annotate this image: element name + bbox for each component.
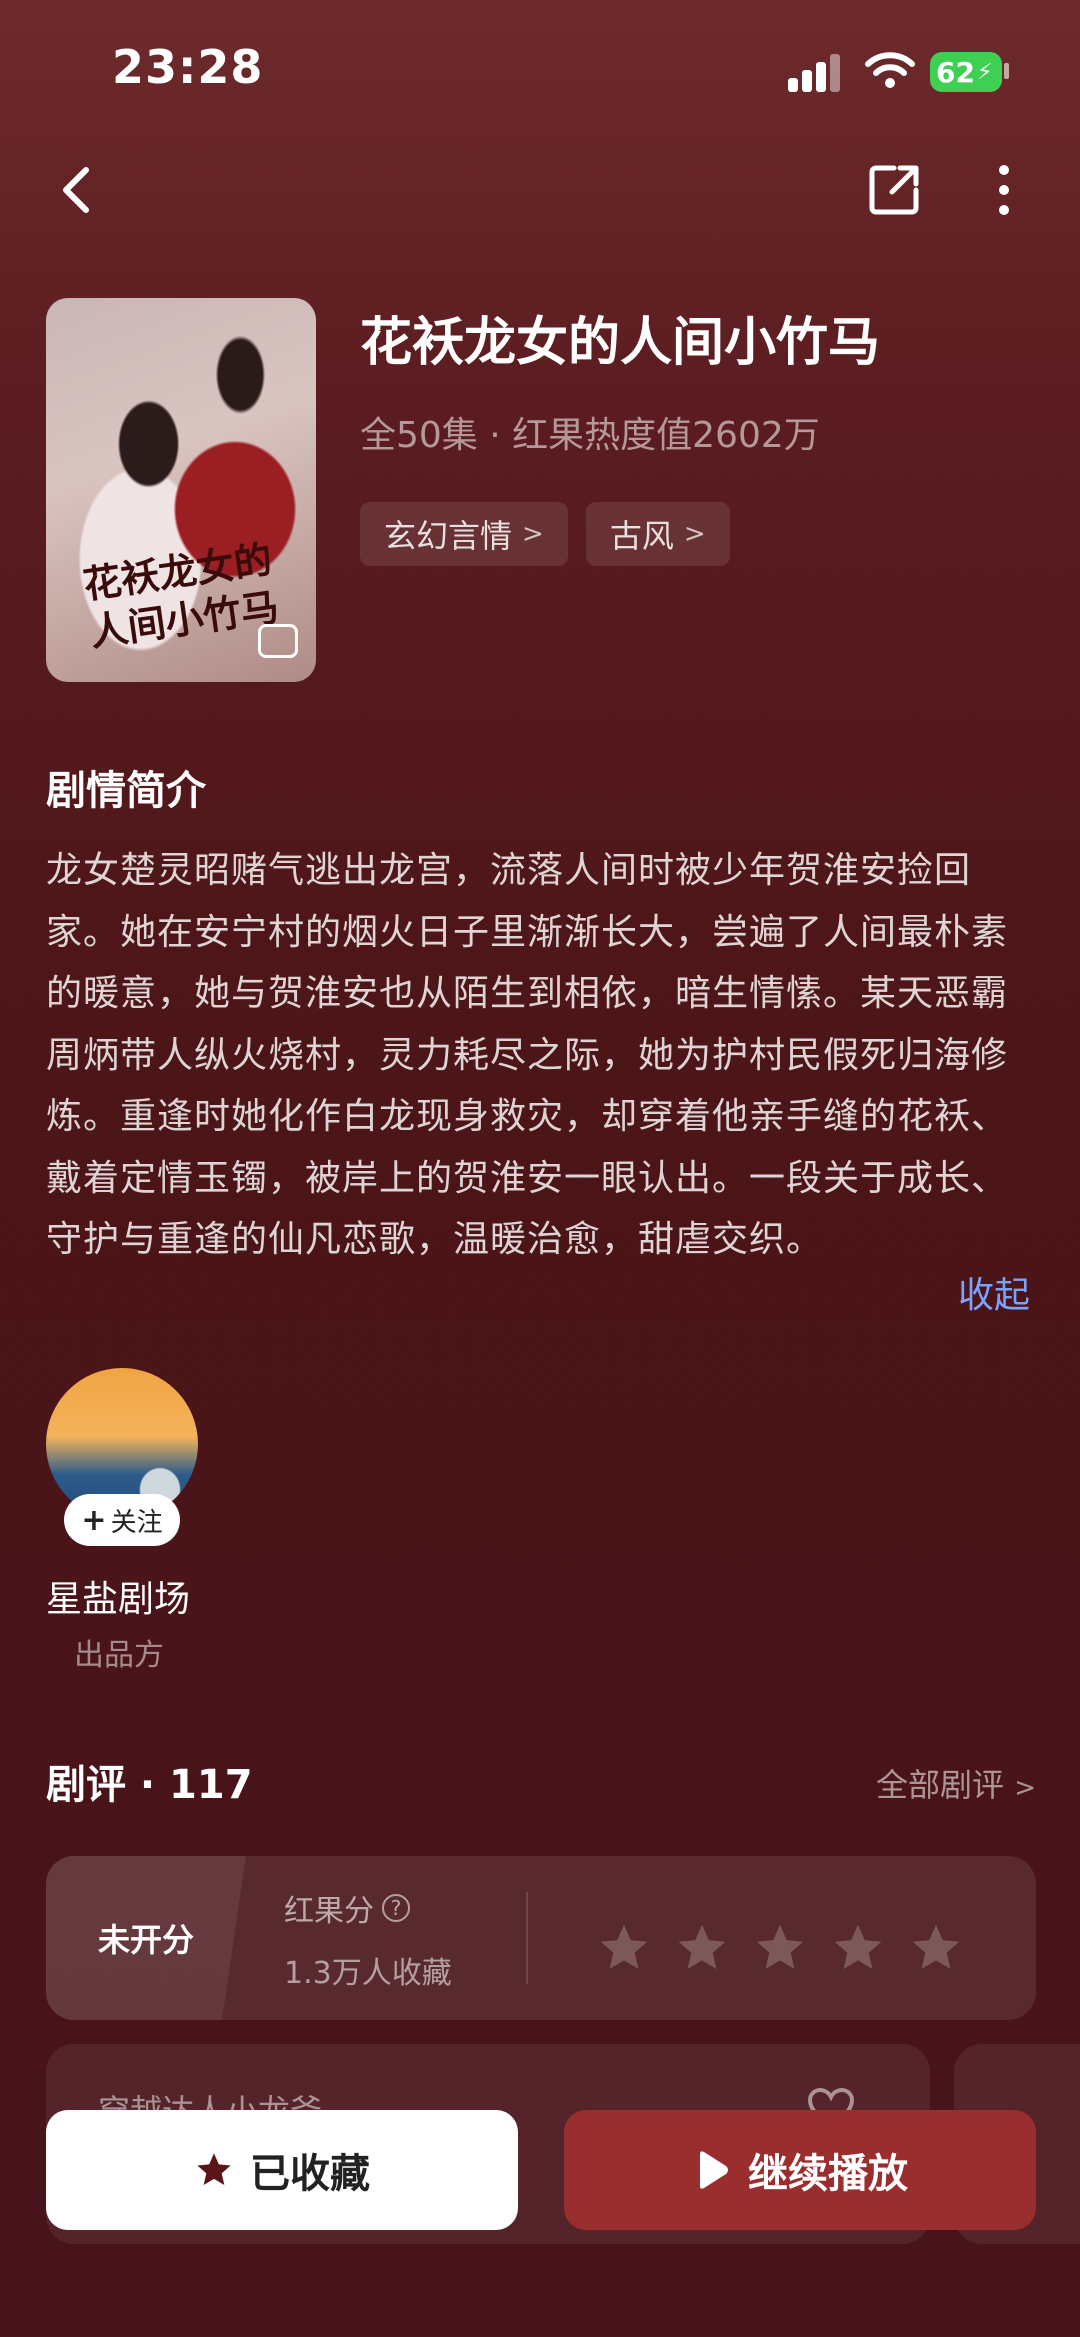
star-icon[interactable]	[674, 1920, 730, 1976]
drama-meta: 全50集 · 红果热度值2602万	[360, 415, 820, 456]
continue-play-button[interactable]: 继续播放	[564, 2110, 1036, 2230]
synopsis-title: 剧情简介	[46, 768, 206, 814]
help-icon[interactable]: ?	[382, 1894, 410, 1922]
collected-label: 已收藏	[250, 2151, 370, 2197]
drama-cover[interactable]: 花袄龙女的人间小竹马	[46, 298, 316, 682]
cover-badge-icon	[258, 624, 298, 658]
tag-label: 古风	[609, 517, 674, 555]
synopsis-text: 龙女楚灵昭赌气逃出龙宫，流落人间时被少年贺淮安捡回家。她在安宁村的烟火日子里渐渐…	[46, 850, 1009, 1260]
follow-label: 关注	[110, 1507, 163, 1538]
score-label: 红果分	[284, 1894, 374, 1929]
cellular-signal-icon	[788, 52, 844, 92]
reviews-title: 剧评 · 117	[46, 1762, 253, 1808]
producer-role: 出品方	[74, 1638, 164, 1673]
collect-count: 1.3万人收藏	[284, 1956, 452, 1991]
follow-button[interactable]: + 关注	[64, 1494, 180, 1546]
continue-play-label: 继续播放	[748, 2151, 908, 2197]
battery-level: 62	[936, 55, 975, 89]
collapse-button[interactable]: 收起	[958, 1266, 1030, 1318]
cover-title-art: 花袄龙女的人间小竹马	[80, 536, 282, 655]
star-icon[interactable]	[752, 1920, 808, 1976]
star-icon[interactable]	[830, 1920, 886, 1976]
status-time: 23:28	[112, 40, 264, 94]
rating-status: 未开分	[46, 1856, 246, 2020]
wifi-icon	[865, 52, 915, 88]
battery-indicator: 62 ⚡	[930, 52, 1002, 92]
producer-name[interactable]: 星盐剧场	[46, 1570, 190, 1622]
divider	[526, 1892, 528, 1984]
star-icon[interactable]	[908, 1920, 964, 1976]
share-icon[interactable]	[864, 160, 924, 220]
all-reviews-link[interactable]: 全部剧评 >	[876, 1760, 1036, 1806]
tag-list: 玄幻言情 > 古风 >	[360, 502, 730, 566]
chevron-right-icon: >	[683, 519, 706, 549]
all-reviews-label: 全部剧评	[876, 1766, 1005, 1804]
back-icon[interactable]	[48, 160, 108, 220]
charging-icon: ⚡	[976, 59, 993, 85]
tag-item[interactable]: 玄幻言情 >	[360, 502, 568, 566]
plus-icon: +	[81, 1502, 107, 1538]
rating-card: 未开分 红果分 ? 1.3万人收藏	[46, 1856, 1036, 2020]
drama-title: 花袄龙女的人间小竹马	[360, 313, 881, 373]
collected-button[interactable]: 已收藏	[46, 2110, 518, 2230]
star-icon[interactable]	[596, 1920, 652, 1976]
rate-stars	[596, 1920, 964, 1976]
battery-cap	[1004, 63, 1009, 79]
tag-label: 玄幻言情	[384, 517, 513, 555]
play-icon	[700, 2151, 728, 2189]
score-label-group: 红果分 ?	[284, 1886, 410, 1930]
chevron-right-icon: >	[522, 519, 544, 549]
more-icon[interactable]	[974, 160, 1034, 220]
star-filled-icon	[197, 2153, 231, 2185]
chevron-right-icon: >	[1014, 1773, 1036, 1803]
tag-item[interactable]: 古风 >	[585, 502, 730, 566]
status-bar: 23:28 62 ⚡	[0, 0, 1080, 140]
